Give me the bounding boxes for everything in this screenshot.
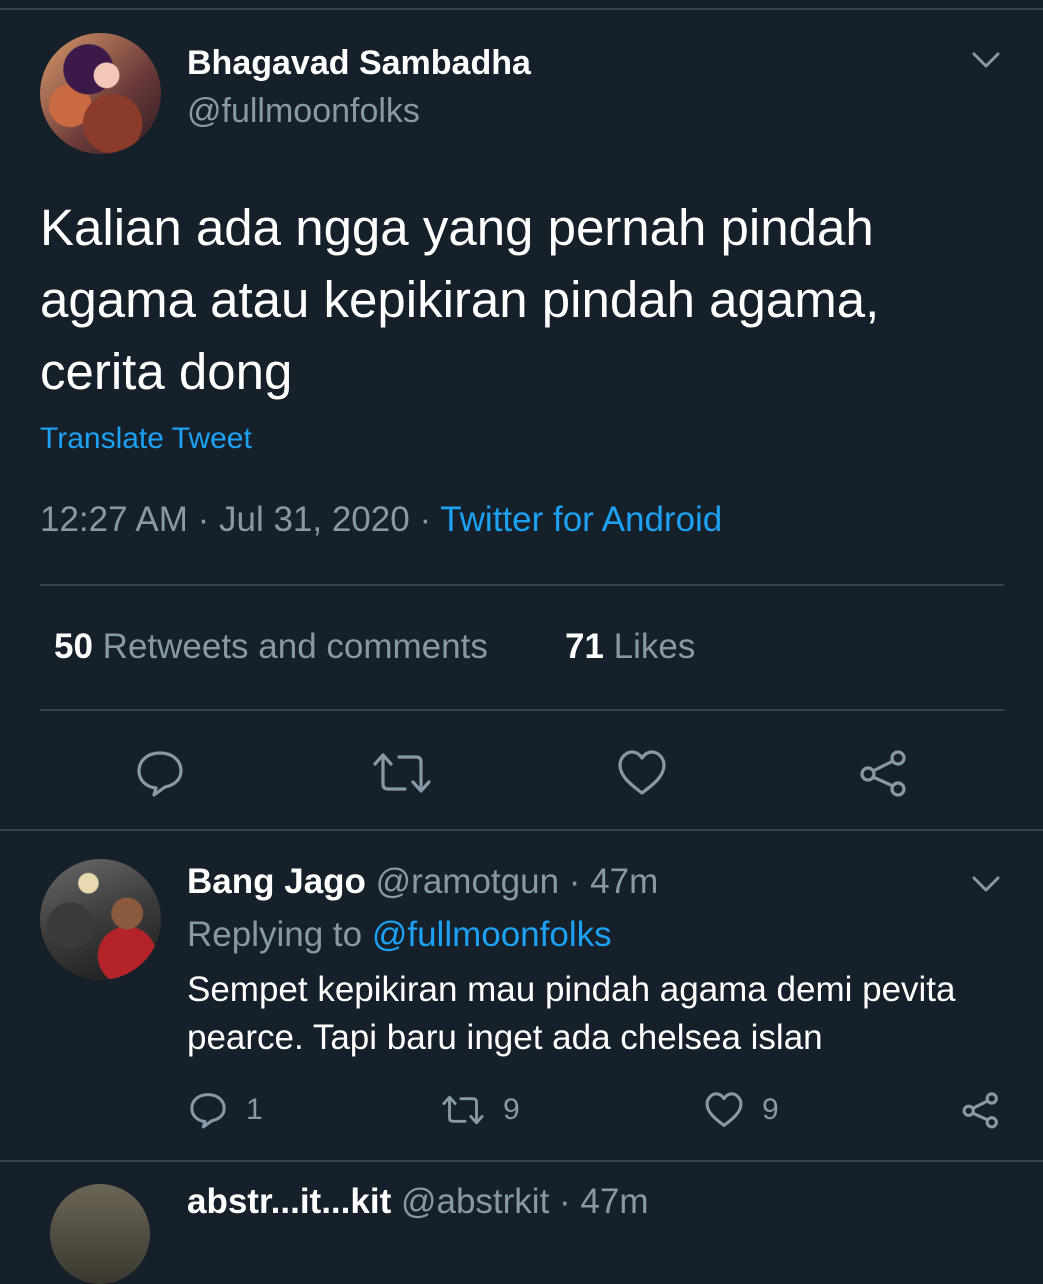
tweet-meta: 12:27 AM · Jul 31, 2020 · Twitter for An… — [40, 500, 722, 540]
reply-age[interactable]: 47m — [590, 862, 658, 901]
chevron-down-icon[interactable] — [971, 50, 1001, 70]
chevron-down-icon[interactable] — [971, 874, 1001, 894]
next-age[interactable]: 47m — [580, 1182, 648, 1221]
share-button[interactable] — [961, 1088, 1019, 1132]
likes-label: Likes — [603, 627, 696, 666]
reply-avatar[interactable] — [40, 859, 161, 980]
retweet-count: 9 — [503, 1093, 520, 1126]
meta-separator: · — [187, 500, 219, 539]
like-count: 9 — [762, 1093, 779, 1126]
reply-count: 1 — [246, 1093, 263, 1126]
retweet-icon — [442, 1095, 484, 1125]
reply-icon[interactable] — [134, 748, 186, 798]
share-icon — [962, 1092, 998, 1129]
tweet-time: 12:27 AM — [40, 500, 188, 539]
retweet-icon[interactable] — [371, 750, 433, 796]
retweet-button[interactable]: 9 — [441, 1088, 520, 1132]
translate-tweet-link[interactable]: Translate Tweet — [40, 422, 252, 456]
author-name[interactable]: Bhagavad Sambadha — [187, 44, 531, 83]
like-button[interactable]: 9 — [704, 1088, 779, 1132]
next-avatar[interactable] — [50, 1184, 150, 1284]
divider — [40, 709, 1004, 711]
retweets-stat[interactable]: 50 Retweets and comments — [54, 627, 488, 667]
meta-separator: · — [409, 500, 441, 539]
next-tweet-header: abstr...it...kit @abstrkit · 47m — [187, 1182, 649, 1222]
retweets-label: Retweets and comments — [92, 627, 488, 666]
reply-header: Bang Jago @ramotgun · 47m — [187, 862, 658, 902]
replying-prefix: Replying to — [187, 915, 372, 954]
divider — [0, 829, 1043, 831]
reply-icon — [190, 1093, 226, 1129]
tweet-text: Kalian ada ngga yang pernah pindah agama… — [40, 199, 880, 400]
reply-author-handle[interactable]: @ramotgun — [366, 862, 559, 901]
divider — [0, 1160, 1043, 1162]
like-icon — [705, 1092, 743, 1127]
top-divider — [0, 0, 1043, 10]
tweet-date[interactable]: Jul 31, 2020 — [219, 500, 410, 539]
like-icon[interactable] — [616, 748, 668, 798]
author-handle[interactable]: @fullmoonfolks — [187, 92, 420, 131]
next-author-name[interactable]: abstr...it...kit — [187, 1182, 391, 1221]
tweet-source-link[interactable]: Twitter for Android — [440, 500, 722, 539]
next-author-handle[interactable]: @abstrkit — [391, 1182, 549, 1221]
divider — [40, 584, 1004, 586]
retweets-count: 50 — [54, 627, 93, 666]
likes-count: 71 — [565, 627, 604, 666]
share-icon[interactable] — [858, 748, 910, 798]
reply-author-name[interactable]: Bang Jago — [187, 862, 366, 901]
avatar[interactable] — [40, 33, 161, 154]
likes-stat[interactable]: 71 Likes — [565, 627, 695, 667]
replying-to-link[interactable]: @fullmoonfolks — [372, 915, 612, 954]
next-separator: · — [549, 1182, 581, 1221]
reply-button[interactable]: 1 — [188, 1088, 263, 1132]
replying-to: Replying to @fullmoonfolks — [187, 915, 612, 955]
reply-separator: · — [559, 862, 591, 901]
reply-text: Sempet kepikiran mau pindah agama demi p… — [187, 970, 956, 1057]
